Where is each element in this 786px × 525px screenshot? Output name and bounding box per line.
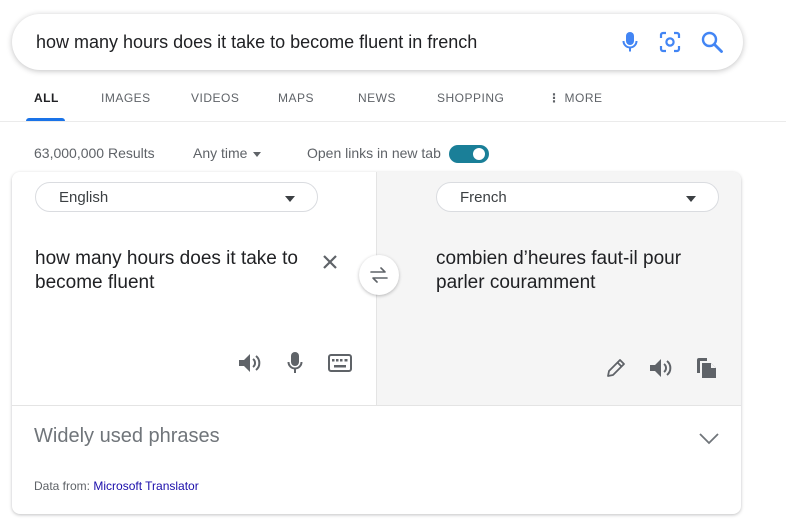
target-language-label: French	[460, 189, 507, 206]
time-filter-label: Any time	[193, 145, 248, 161]
source-language-select[interactable]: English	[35, 182, 318, 212]
results-toolbar: 63,000,000 Results Any time Open links i…	[0, 140, 786, 166]
caret-down-icon	[285, 196, 295, 202]
caret-down-icon	[686, 196, 696, 202]
tab-videos[interactable]: VIDEOS	[191, 91, 239, 105]
source-pane: English how many hours does it take to b…	[12, 172, 376, 406]
phrases-label: Widely used phrases	[34, 425, 220, 447]
target-language-select[interactable]: French	[436, 182, 719, 212]
tab-maps[interactable]: MAPS	[278, 91, 314, 105]
result-count: 63,000,000 Results	[34, 145, 155, 161]
mic-icon[interactable]	[282, 350, 308, 376]
open-links-toggle[interactable]	[449, 145, 489, 163]
search-icon[interactable]	[700, 30, 724, 54]
search-box[interactable]: how many hours does it take to become fl…	[12, 14, 743, 70]
lens-icon[interactable]	[658, 30, 682, 54]
speaker-icon[interactable]	[647, 355, 673, 381]
toggle-knob	[473, 148, 485, 160]
microsoft-translator-link[interactable]: Microsoft Translator	[93, 479, 198, 493]
pencil-icon[interactable]	[603, 355, 629, 381]
source-language-label: English	[59, 189, 109, 206]
tab-more[interactable]: ⋮ MORE	[548, 91, 603, 105]
data-from-label: Data from:	[34, 479, 91, 493]
target-text-output: combien d’heures faut-il pour parler cou…	[436, 248, 682, 293]
target-pane: French combien d’heures faut-il pour par…	[376, 172, 741, 406]
more-vert-icon: ⋮	[548, 91, 561, 105]
copy-icon[interactable]	[693, 355, 719, 381]
time-filter-dropdown[interactable]: Any time	[193, 145, 262, 161]
tab-all[interactable]: ALL	[34, 91, 59, 105]
search-input[interactable]: how many hours does it take to become fl…	[36, 32, 477, 53]
data-source: Data from: Microsoft Translator	[34, 479, 199, 493]
active-tab-indicator	[26, 118, 65, 121]
source-text-input[interactable]: how many hours does it take to become fl…	[35, 247, 320, 295]
search-tabs: ALL IMAGES VIDEOS MAPS NEWS SHOPPING ⋮ MO…	[0, 84, 786, 122]
clear-icon[interactable]	[318, 250, 342, 274]
tab-news[interactable]: NEWS	[358, 91, 396, 105]
caret-down-icon	[253, 151, 262, 157]
widely-used-phrases-expander[interactable]: Widely used phrases	[12, 406, 741, 466]
tab-more-label: MORE	[564, 91, 603, 105]
swap-icon	[370, 267, 388, 283]
open-links-label: Open links in new tab	[307, 145, 441, 161]
tab-images[interactable]: IMAGES	[101, 91, 151, 105]
translation-card: English how many hours does it take to b…	[12, 172, 741, 514]
swap-languages-button[interactable]	[359, 255, 399, 295]
tab-shopping[interactable]: SHOPPING	[437, 91, 504, 105]
keyboard-icon[interactable]	[327, 350, 353, 376]
speaker-icon[interactable]	[236, 350, 262, 376]
mic-icon[interactable]	[618, 30, 642, 54]
chevron-down-icon	[697, 426, 721, 450]
